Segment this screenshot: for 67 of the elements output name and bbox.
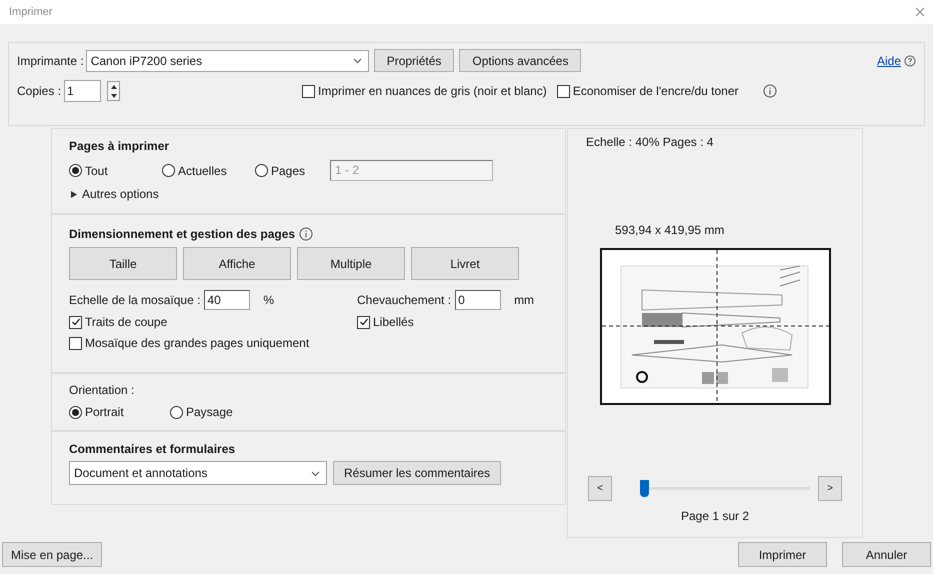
section-title: Pages à imprimer bbox=[69, 138, 170, 155]
section-title: Dimensionnement et gestion des pages bbox=[69, 226, 296, 243]
unit-label: mm bbox=[514, 292, 534, 309]
chevron-down-icon bbox=[311, 470, 320, 476]
slider-thumb[interactable] bbox=[640, 480, 649, 497]
scale-info: Echelle : 40% Pages : 4 bbox=[586, 134, 714, 151]
dropdown[interactable]: Canon iP7200 series bbox=[86, 50, 369, 72]
info-icon bbox=[299, 227, 314, 241]
button[interactable]: < bbox=[588, 476, 612, 501]
check-icon bbox=[358, 317, 368, 327]
check-icon bbox=[70, 317, 80, 327]
section-title: Orientation : bbox=[69, 382, 136, 399]
window-title: Imprimer bbox=[9, 4, 52, 20]
button[interactable]: Imprimer bbox=[738, 542, 827, 567]
info-icon bbox=[762, 84, 777, 98]
checkbox-label: Traits de coupe bbox=[85, 314, 168, 331]
radio-button[interactable] bbox=[255, 164, 268, 177]
up-arrow-icon bbox=[110, 84, 117, 88]
help-link[interactable]: Aide bbox=[876, 52, 901, 70]
down-arrow-icon bbox=[110, 94, 117, 98]
button[interactable]: Livret bbox=[411, 247, 519, 280]
checkbox-label: Imprimer en nuances de gris (noir et blanc) bbox=[318, 83, 547, 100]
checkbox[interactable] bbox=[302, 84, 316, 98]
spinner[interactable] bbox=[107, 81, 120, 101]
checkbox-label: Libellés bbox=[373, 314, 414, 331]
field-label: Chevauchement : bbox=[357, 292, 452, 309]
triangle-right-icon bbox=[71, 190, 77, 198]
button[interactable]: Annuler bbox=[842, 542, 931, 567]
checkbox[interactable] bbox=[69, 336, 82, 350]
button[interactable]: Taille bbox=[69, 247, 177, 280]
radio-button[interactable] bbox=[69, 164, 82, 177]
dropdown[interactable]: Document et annotations bbox=[69, 461, 327, 485]
chevron-down-icon bbox=[352, 57, 362, 64]
checkbox[interactable] bbox=[556, 84, 570, 98]
button[interactable]: Multiple bbox=[297, 247, 405, 280]
radio-label: Portrait bbox=[85, 404, 124, 421]
expander-link[interactable]: Autres options bbox=[82, 185, 159, 203]
number-field[interactable]: 40 bbox=[204, 290, 250, 310]
section-title: Commentaires et formulaires bbox=[69, 441, 236, 458]
radio-button[interactable] bbox=[170, 406, 183, 418]
button[interactable]: > bbox=[818, 476, 842, 501]
button[interactable]: Affiche bbox=[183, 247, 291, 280]
radio-label: Paysage bbox=[186, 404, 233, 421]
checkbox-label: Economiser de l'encre/du toner bbox=[572, 83, 739, 100]
radio-label: Actuelles bbox=[178, 162, 227, 180]
copies-field[interactable]: 1 bbox=[64, 80, 102, 102]
help-icon bbox=[904, 54, 916, 66]
button[interactable]: Mise en page... bbox=[2, 542, 102, 567]
field-label: Imprimante : bbox=[17, 52, 84, 70]
radio-label: Tout bbox=[85, 162, 108, 180]
number-field[interactable]: 0 bbox=[455, 290, 502, 310]
radio-button[interactable] bbox=[162, 164, 175, 177]
page-size-label: 593,94 x 419,95 mm bbox=[615, 222, 724, 239]
checkbox[interactable] bbox=[357, 316, 370, 328]
unit-label: % bbox=[263, 292, 274, 309]
checkbox[interactable] bbox=[69, 316, 82, 328]
field-label: Echelle de la mosaïque : bbox=[69, 292, 200, 309]
button[interactable]: Options avancées bbox=[459, 49, 582, 72]
close-icon bbox=[915, 7, 925, 17]
slider[interactable] bbox=[640, 480, 810, 497]
field-label: Copies : bbox=[17, 83, 62, 100]
button[interactable]: Propriétés bbox=[374, 49, 454, 72]
radio-label: Pages bbox=[271, 162, 306, 180]
radio-button[interactable] bbox=[69, 406, 82, 418]
button[interactable]: Résumer les commentaires bbox=[333, 461, 502, 485]
checkbox-label: Mosaïque des grandes pages uniquement bbox=[85, 335, 310, 352]
page-label: Page 1 sur 2 bbox=[680, 508, 750, 525]
